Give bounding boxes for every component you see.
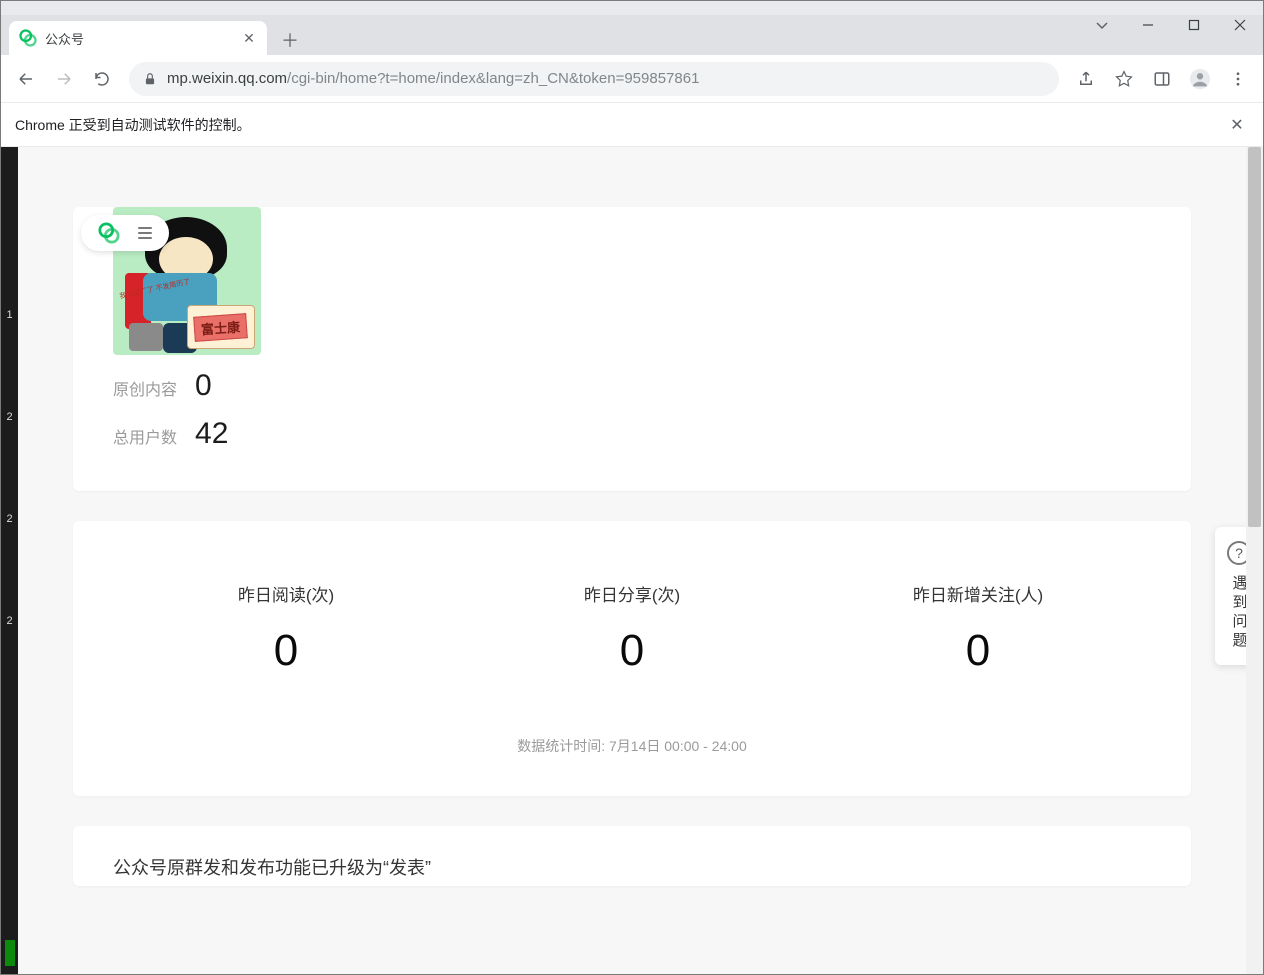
hamburger-icon — [138, 227, 152, 239]
kebab-menu-icon[interactable] — [1221, 62, 1255, 96]
metric-follow-label: 昨日新增关注(人) — [805, 581, 1151, 606]
window-close-icon[interactable] — [1217, 9, 1263, 41]
left-gutter-indicator — [5, 940, 15, 966]
page-content: 我来进厂了 不发简历了 富士康 原创内容 0 总用户数 42 昨日阅读(次) 0 — [18, 147, 1246, 974]
new-tab-button[interactable]: ＋ — [275, 25, 305, 55]
stat-users-row: 总用户数 42 — [113, 417, 1191, 451]
metric-share-value: 0 — [459, 626, 805, 676]
metric-follow-value: 0 — [805, 626, 1151, 676]
url-text: mp.weixin.qq.com/cgi-bin/home?t=home/ind… — [167, 70, 699, 87]
stat-users-label: 总用户数 — [113, 424, 177, 448]
url-path: /cgi-bin/home?t=home/index&lang=zh_CN&to… — [287, 70, 699, 87]
vertical-scrollbar[interactable] — [1246, 147, 1263, 974]
window-controls — [1079, 1, 1263, 49]
window-maximize-icon[interactable] — [1171, 9, 1217, 41]
profile-avatar-icon[interactable] — [1183, 62, 1217, 96]
browser-tab[interactable]: 公众号 ✕ — [9, 21, 267, 55]
address-bar[interactable]: mp.weixin.qq.com/cgi-bin/home?t=home/ind… — [129, 62, 1059, 96]
notice-card: 公众号原群发和发布功能已升级为“发表” — [73, 826, 1191, 886]
bookmark-star-icon[interactable] — [1107, 62, 1141, 96]
window-minimize-icon[interactable] — [1125, 9, 1171, 41]
tab-close-icon[interactable]: ✕ — [241, 30, 257, 46]
forward-button[interactable] — [47, 62, 81, 96]
notice-text: 公众号原群发和发布功能已升级为“发表” — [113, 858, 431, 878]
metric-read-label: 昨日阅读(次) — [113, 581, 459, 606]
side-panel-icon[interactable] — [1145, 62, 1179, 96]
floating-menu-pill[interactable] — [81, 215, 169, 251]
browser-toolbar: mp.weixin.qq.com/cgi-bin/home?t=home/ind… — [1, 55, 1263, 103]
infobar-message: Chrome 正受到自动测试软件的控制。 — [15, 115, 251, 135]
page-viewport: 1 2 2 2 — [1, 147, 1263, 974]
metrics-row: 昨日阅读(次) 0 昨日分享(次) 0 昨日新增关注(人) 0 — [113, 581, 1151, 676]
account-card: 我来进厂了 不发简历了 富士康 原创内容 0 总用户数 42 — [73, 207, 1191, 491]
avatar-case-label: 富士康 — [194, 313, 249, 342]
url-host: mp.weixin.qq.com — [167, 70, 287, 87]
wechat-mp-favicon — [19, 29, 37, 47]
metric-read-value: 0 — [113, 626, 459, 676]
wechat-logo-icon — [98, 222, 120, 244]
lock-icon — [143, 72, 157, 86]
share-icon[interactable] — [1069, 62, 1103, 96]
chevron-down-icon[interactable] — [1079, 9, 1125, 41]
metric-share: 昨日分享(次) 0 — [459, 581, 805, 676]
left-gutter: 1 2 2 2 — [1, 147, 18, 974]
reload-button[interactable] — [85, 62, 119, 96]
daily-stats-card: 昨日阅读(次) 0 昨日分享(次) 0 昨日新增关注(人) 0 数据统计时间: … — [73, 521, 1191, 796]
infobar-close-icon[interactable]: ✕ — [1225, 113, 1249, 137]
window-titlebar — [1, 1, 1263, 15]
scrollbar-thumb[interactable] — [1248, 147, 1261, 527]
toolbar-right-icons — [1069, 62, 1255, 96]
tab-title: 公众号 — [45, 29, 233, 48]
stat-original-label: 原创内容 — [113, 376, 177, 400]
metric-read: 昨日阅读(次) 0 — [113, 581, 459, 676]
tab-strip: 公众号 ✕ ＋ — [1, 15, 1263, 55]
back-button[interactable] — [9, 62, 43, 96]
metric-follow: 昨日新增关注(人) 0 — [805, 581, 1151, 676]
stat-original-row: 原创内容 0 — [113, 369, 1191, 403]
stat-users-value: 42 — [195, 417, 228, 451]
chrome-window: 公众号 ✕ ＋ mp.weixin.qq.com/cgi-bin/home?t=… — [0, 0, 1264, 975]
stat-original-value: 0 — [195, 369, 212, 403]
stats-time-note: 数据统计时间: 7月14日 00:00 - 24:00 — [113, 736, 1151, 756]
automation-infobar: Chrome 正受到自动测试软件的控制。 ✕ — [1, 103, 1263, 147]
metric-share-label: 昨日分享(次) — [459, 581, 805, 606]
